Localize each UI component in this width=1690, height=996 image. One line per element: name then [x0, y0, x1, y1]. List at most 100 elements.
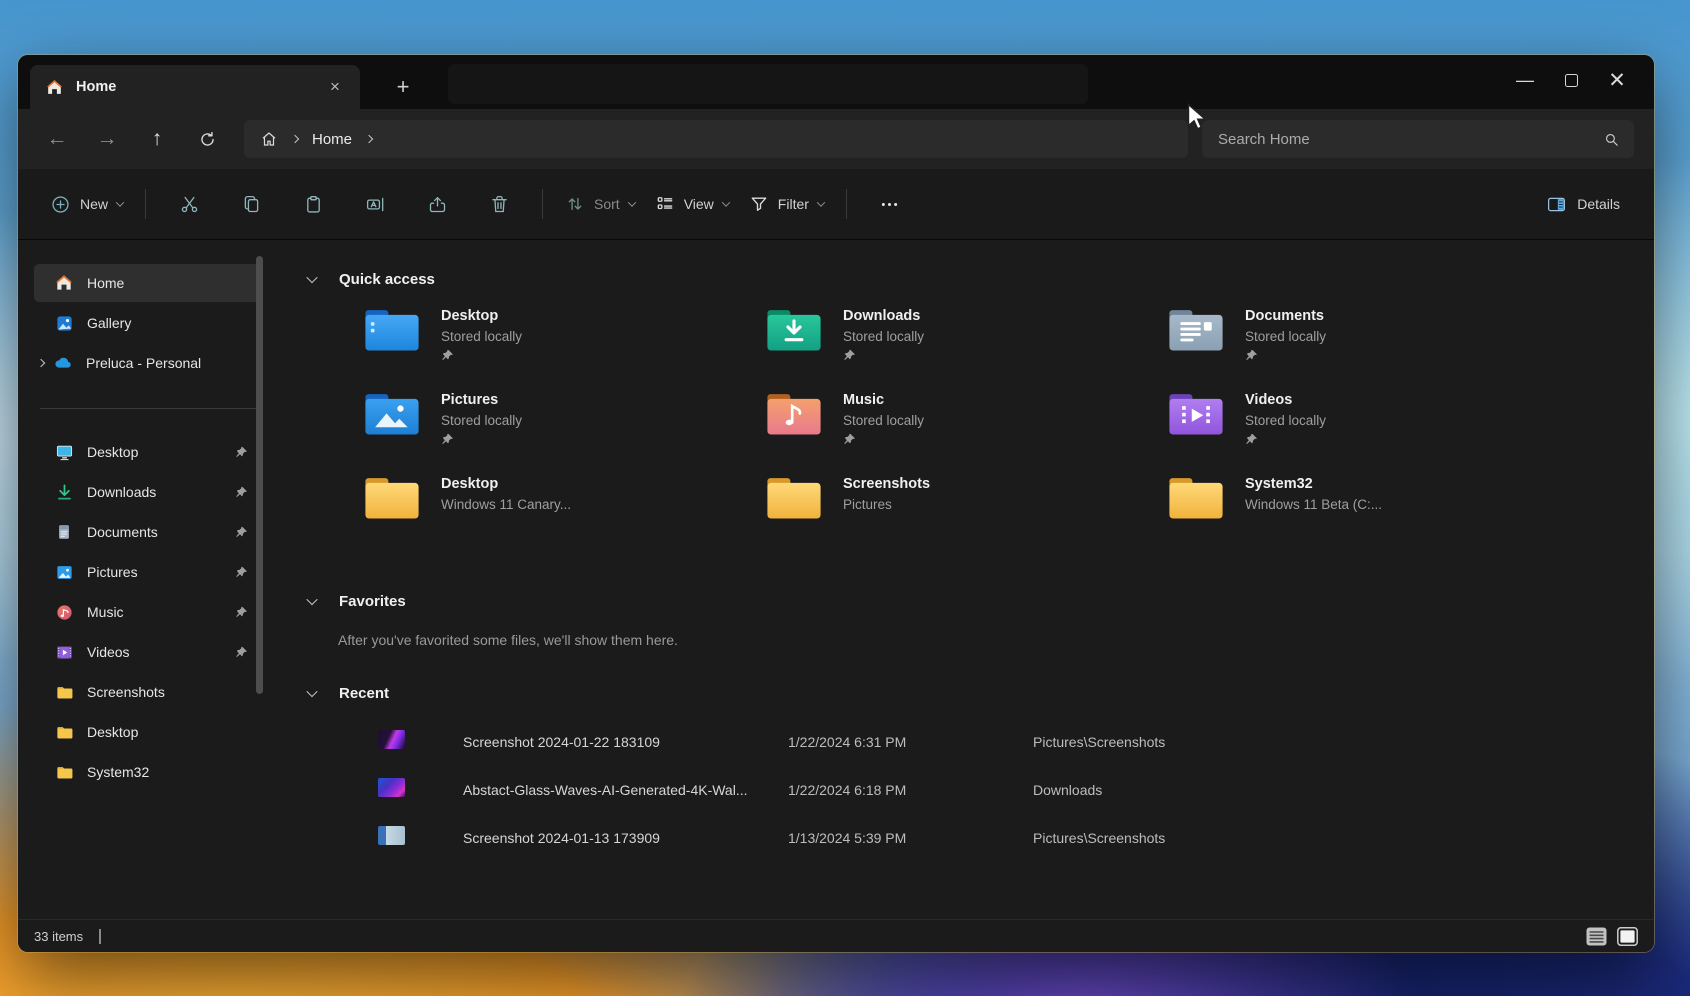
share-button[interactable] [406, 182, 468, 226]
tile-subtitle: Windows 11 Beta (C:... [1245, 495, 1382, 515]
breadcrumb-item-home[interactable]: Home [312, 131, 352, 148]
search-input[interactable] [1216, 130, 1603, 149]
tab-close-icon[interactable]: × [324, 76, 346, 98]
recent-file-row[interactable]: Screenshot 2024-01-22 183109 1/22/2024 6… [280, 718, 1636, 766]
collapse-chevron-icon[interactable] [306, 686, 317, 697]
favorites-title[interactable]: Favorites [339, 593, 406, 610]
sidebar-scrollbar[interactable] [256, 256, 263, 694]
tile-subtitle: Stored locally [1245, 411, 1326, 431]
quick-access-tile-screenshots[interactable]: Screenshots Pictures [765, 474, 1167, 558]
recent-file-row[interactable]: Abstact-Glass-Waves-AI-Generated-4K-Wal.… [280, 766, 1636, 814]
list-view-button[interactable] [1586, 927, 1607, 946]
rename-button[interactable] [344, 182, 406, 226]
expand-chevron-icon[interactable] [37, 359, 45, 367]
pin-icon [235, 646, 248, 659]
filter-icon [749, 194, 769, 214]
back-button[interactable]: ← [34, 119, 80, 159]
pin-icon [843, 347, 924, 363]
tile-subtitle: Pictures [843, 495, 930, 515]
tile-name: Music [843, 390, 924, 411]
pin-icon [235, 566, 248, 579]
refresh-button[interactable] [184, 119, 230, 159]
search-box[interactable] [1202, 120, 1634, 158]
tile-name: Desktop [441, 306, 522, 327]
filter-button[interactable]: Filter [739, 186, 834, 222]
paste-icon [303, 194, 324, 215]
more-options-button[interactable] [859, 182, 921, 226]
recent-list: Screenshot 2024-01-22 183109 1/22/2024 6… [280, 718, 1636, 862]
quick-access-tile-music[interactable]: Music Stored locally [765, 390, 1167, 474]
sidebar-item-videos[interactable]: Videos [34, 633, 262, 671]
quick-access-tile-desktop[interactable]: Desktop Windows 11 Canary... [363, 474, 765, 558]
quick-access-tile-documents[interactable]: Documents Stored locally [1167, 306, 1569, 390]
quick-access-tile-pictures[interactable]: Pictures Stored locally [363, 390, 765, 474]
pin-icon [1245, 347, 1326, 363]
details-button[interactable]: Details [1534, 186, 1632, 223]
tab-bar: Home × + — ✕ [18, 55, 1654, 109]
chevron-down-icon [817, 198, 825, 206]
tile-name: Documents [1245, 306, 1326, 327]
breadcrumb[interactable]: Home [244, 120, 1188, 158]
pin-icon [441, 347, 522, 363]
sidebar-item-gallery[interactable]: Gallery [34, 304, 262, 342]
sort-label: Sort [594, 196, 620, 212]
sidebar-item-system32[interactable]: System32 [34, 753, 262, 791]
tile-name: Videos [1245, 390, 1326, 411]
paste-button[interactable] [282, 182, 344, 226]
toolbar-separator [846, 189, 847, 219]
recent-file-name: Screenshot 2024-01-22 183109 [463, 734, 788, 750]
rename-icon [365, 194, 386, 215]
quick-access-title[interactable]: Quick access [339, 271, 435, 288]
collapse-chevron-icon[interactable] [306, 272, 317, 283]
maximize-button[interactable] [1548, 59, 1594, 101]
folder-videos-purple-icon [1167, 391, 1225, 442]
more-ellipsis-icon [879, 194, 900, 215]
breadcrumb-chevron-icon [365, 135, 373, 143]
explorer-content: Home Gallery Preluca - Personal Desktop … [18, 240, 1654, 919]
file-explorer-window: Home × + — ✕ ← → ↑ Home [18, 55, 1654, 952]
sidebar-item-documents[interactable]: Documents [34, 513, 262, 551]
sidebar-item-downloads[interactable]: Downloads [34, 473, 262, 511]
home-icon [54, 273, 74, 293]
recent-file-row[interactable]: Screenshot 2024-01-13 173909 1/13/2024 5… [280, 814, 1636, 862]
refresh-icon [198, 130, 217, 149]
quick-access-tile-desktop[interactable]: Desktop Stored locally [363, 306, 765, 390]
quick-access-tile-downloads[interactable]: Downloads Stored locally [765, 306, 1167, 390]
tile-subtitle: Windows 11 Canary... [441, 495, 571, 515]
sidebar-item-desktop[interactable]: Desktop [34, 713, 262, 751]
sidebar-item-preluca-personal[interactable]: Preluca - Personal [34, 344, 262, 382]
quick-access-tile-videos[interactable]: Videos Stored locally [1167, 390, 1569, 474]
details-panel-icon [1546, 194, 1567, 215]
thumbnail-view-icon [1617, 927, 1638, 946]
sidebar-item-music[interactable]: Music [34, 593, 262, 631]
chevron-down-icon [116, 198, 124, 206]
close-button[interactable]: ✕ [1594, 59, 1640, 101]
new-button[interactable]: New [40, 186, 133, 223]
cut-button[interactable] [158, 182, 220, 226]
delete-button[interactable] [468, 182, 530, 226]
quick-access-tile-system32[interactable]: System32 Windows 11 Beta (C:... [1167, 474, 1569, 558]
sidebar-item-home[interactable]: Home [34, 264, 262, 302]
collapse-chevron-icon[interactable] [306, 594, 317, 605]
sidebar-item-desktop[interactable]: Desktop [34, 433, 262, 471]
up-button[interactable]: ↑ [134, 119, 180, 159]
tab-home[interactable]: Home × [30, 65, 360, 109]
recent-file-name: Abstact-Glass-Waves-AI-Generated-4K-Wal.… [463, 782, 788, 798]
recent-title[interactable]: Recent [339, 685, 389, 702]
minimize-button[interactable]: — [1502, 59, 1548, 107]
forward-button[interactable]: → [84, 119, 130, 159]
thumbnail-view-button[interactable] [1617, 927, 1638, 946]
tab-title: Home [76, 79, 116, 95]
sort-button[interactable]: Sort [555, 186, 645, 222]
tile-subtitle: Stored locally [1245, 327, 1326, 347]
folder-yellow-icon [765, 475, 823, 526]
new-tab-button[interactable]: + [386, 71, 420, 103]
sidebar-item-screenshots[interactable]: Screenshots [34, 673, 262, 711]
recent-file-date: 1/13/2024 5:39 PM [788, 830, 1033, 846]
pin-icon [441, 431, 522, 447]
sidebar-item-pictures[interactable]: Pictures [34, 553, 262, 591]
folder-music-orange-icon [765, 391, 823, 442]
view-button[interactable]: View [645, 186, 739, 222]
copy-button[interactable] [220, 182, 282, 226]
pin-icon [235, 606, 248, 619]
